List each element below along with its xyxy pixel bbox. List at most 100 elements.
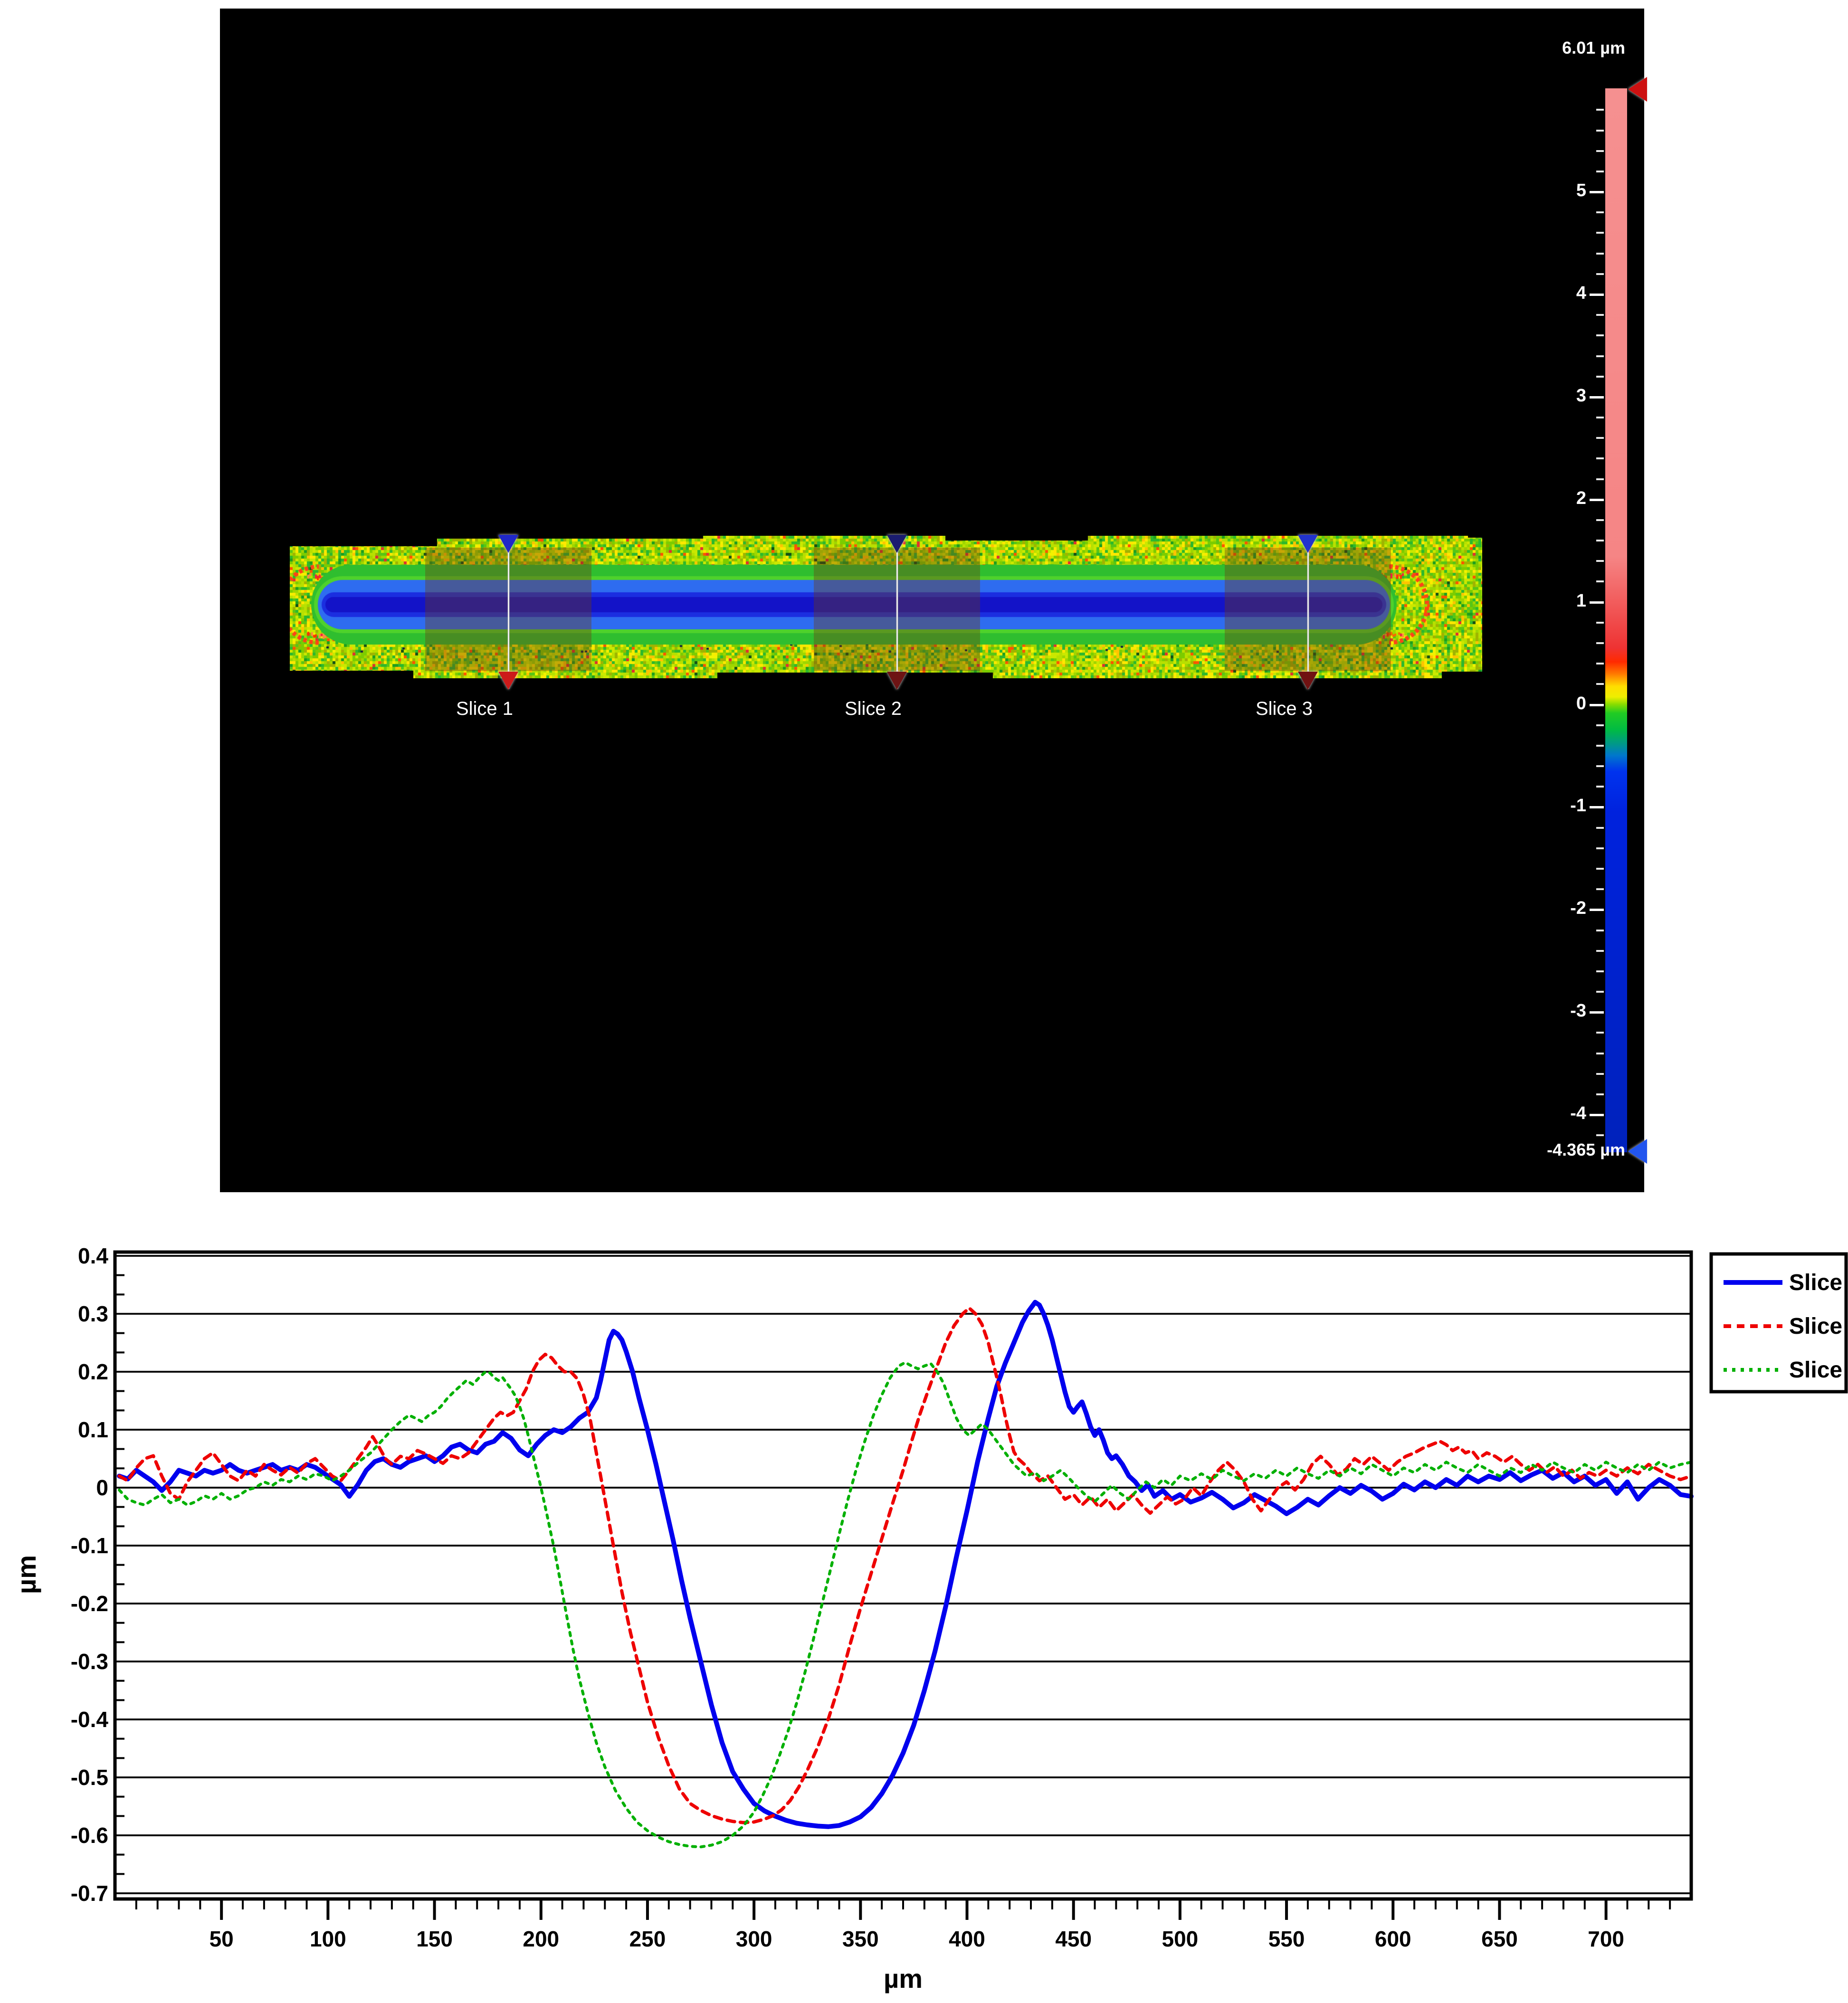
x-tick-label: 500 — [1162, 1927, 1199, 1951]
colorbar-minor-tick — [1596, 253, 1604, 255]
legend-label: Slice 1 — [1789, 1270, 1848, 1295]
slice-2-label: Slice 2 — [835, 698, 911, 720]
app-root: Slice 1Slice 2Slice 3 6.01 µm 543210-1-2… — [0, 0, 1848, 2003]
colorbar-minor-tick — [1596, 868, 1604, 870]
colorbar-minor-tick — [1596, 519, 1604, 521]
x-tick-label: 700 — [1588, 1927, 1624, 1951]
colorbar-major-tick — [1590, 1011, 1604, 1014]
colorbar-major-tick — [1590, 1114, 1604, 1116]
colorbar-minor-tick — [1596, 417, 1604, 418]
colorbar-major-tick — [1590, 601, 1604, 604]
x-tick-label: 550 — [1268, 1927, 1305, 1951]
colorbar-minor-tick — [1596, 622, 1604, 624]
chart-legend: Slice 1Slice 2Slice 3 — [1711, 1254, 1848, 1392]
height-colorbar: 6.01 µm 543210-1-2-3-4 -4.365 µm — [1522, 9, 1644, 1192]
colorbar-major-tick — [1590, 704, 1604, 706]
colorbar-minor-tick — [1596, 580, 1604, 582]
y-tick-label: -0.6 — [71, 1823, 108, 1848]
slice-2-line[interactable] — [896, 551, 898, 689]
colorbar-minor-tick — [1596, 171, 1604, 172]
y-tick-label: -0.2 — [71, 1591, 108, 1616]
colorbar-min-label: -4.365 µm — [1547, 1140, 1625, 1160]
colorbar-minor-tick — [1596, 642, 1604, 644]
colorbar-minor-tick — [1596, 457, 1604, 459]
colorbar-tick-label: 0 — [1543, 693, 1586, 714]
series-slice-1-path — [119, 1302, 1691, 1827]
colorbar-max-handle[interactable] — [1628, 77, 1647, 102]
colorbar-minor-tick — [1596, 888, 1604, 890]
x-tick-label: 50 — [210, 1927, 234, 1951]
slice-3-label: Slice 3 — [1246, 698, 1322, 720]
y-axis-title: µm — [11, 1555, 41, 1594]
colorbar-tick-label: -4 — [1543, 1103, 1586, 1124]
series-slice-3-path — [119, 1363, 1691, 1847]
colorbar-minor-tick — [1596, 1073, 1604, 1075]
x-tick-label: 150 — [416, 1927, 453, 1951]
colorbar-minor-tick — [1596, 211, 1604, 213]
slice-2-bottom-handle[interactable] — [887, 672, 907, 690]
slice-1-bottom-handle[interactable] — [498, 672, 518, 690]
colorbar-major-tick — [1590, 396, 1604, 399]
colorbar-minor-tick — [1596, 232, 1604, 234]
x-tick-label: 200 — [523, 1927, 559, 1951]
x-tick-label: 450 — [1055, 1927, 1092, 1951]
plot-box — [115, 1252, 1691, 1899]
y-tick-label: 0.4 — [78, 1244, 108, 1268]
colorbar-minor-tick — [1596, 663, 1604, 665]
colorbar-tick-label: 5 — [1543, 180, 1586, 201]
colorbar-minor-tick — [1596, 355, 1604, 357]
colorbar-tick-label: 3 — [1543, 386, 1586, 406]
colorbar-minor-tick — [1596, 130, 1604, 132]
colorbar-minor-tick — [1596, 724, 1604, 726]
slice-3-bottom-handle[interactable] — [1298, 672, 1318, 690]
colorbar-min-handle[interactable] — [1628, 1139, 1647, 1164]
colorbar-minor-tick — [1596, 150, 1604, 152]
colorbar-tick-label: 1 — [1543, 591, 1586, 611]
x-tick-label: 600 — [1375, 1927, 1411, 1951]
y-tick-label: 0.1 — [78, 1417, 108, 1442]
x-axis-title: µm — [884, 1964, 923, 1994]
colorbar-minor-tick — [1596, 930, 1604, 931]
slice-2-top-handle[interactable] — [887, 535, 907, 553]
colorbar-minor-tick — [1596, 765, 1604, 767]
colorbar-minor-tick — [1596, 109, 1604, 111]
colorbar-minor-tick — [1596, 334, 1604, 336]
x-tick-label: 250 — [629, 1927, 666, 1951]
colorbar-minor-tick — [1596, 1093, 1604, 1095]
slice-1-line[interactable] — [508, 551, 509, 689]
y-tick-label: 0 — [96, 1475, 108, 1500]
x-tick-label: 400 — [949, 1927, 985, 1951]
colorbar-tick-label: -3 — [1543, 1001, 1586, 1021]
colorbar-major-tick — [1590, 909, 1604, 911]
colorbar-minor-tick — [1596, 847, 1604, 849]
colorbar-minor-tick — [1596, 560, 1604, 562]
y-tick-label: 0.2 — [78, 1359, 108, 1384]
colorbar-major-tick — [1590, 294, 1604, 296]
colorbar-minor-tick — [1596, 683, 1604, 685]
colorbar-tick-label: 4 — [1543, 283, 1586, 304]
y-tick-label: -0.3 — [71, 1649, 108, 1674]
colorbar-minor-tick — [1596, 314, 1604, 316]
colorbar-major-tick — [1590, 806, 1604, 808]
colorbar-major-tick — [1590, 499, 1604, 501]
colorbar-minor-tick — [1596, 991, 1604, 993]
colorbar-minor-tick — [1596, 950, 1604, 952]
slice-1-top-handle[interactable] — [498, 535, 518, 553]
colorbar-minor-tick — [1596, 376, 1604, 378]
slice-3-top-handle[interactable] — [1298, 535, 1318, 553]
y-tick-label: -0.7 — [71, 1881, 108, 1906]
y-tick-label: -0.4 — [71, 1707, 109, 1732]
colorbar-minor-tick — [1596, 540, 1604, 541]
legend-label: Slice 2 — [1789, 1314, 1848, 1339]
colorbar-major-tick — [1590, 191, 1604, 193]
y-tick-label: -0.1 — [71, 1533, 108, 1558]
colorbar-tick-label: 2 — [1543, 488, 1586, 509]
colorbar-tick-label: -2 — [1543, 898, 1586, 919]
slice-3-line[interactable] — [1307, 551, 1309, 689]
colorbar-tick-label: -1 — [1543, 796, 1586, 816]
colorbar-minor-tick — [1596, 745, 1604, 747]
colorbar-minor-tick — [1596, 1032, 1604, 1034]
colorbar-minor-tick — [1596, 970, 1604, 972]
colorbar-minor-tick — [1596, 827, 1604, 829]
x-tick-label: 100 — [310, 1927, 346, 1951]
